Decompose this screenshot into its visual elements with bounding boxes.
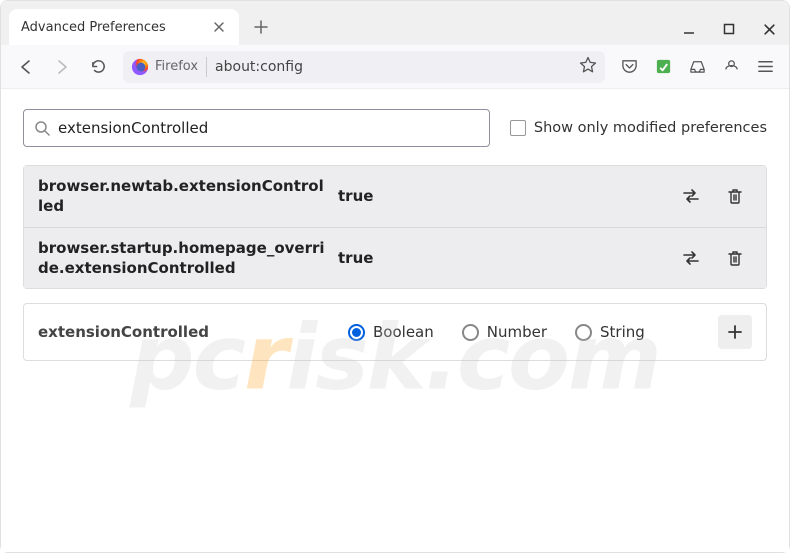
site-identity[interactable]: Firefox bbox=[131, 58, 198, 76]
tab-title: Advanced Preferences bbox=[21, 20, 166, 35]
app-menu-button[interactable] bbox=[751, 53, 779, 81]
new-pref-container: extensionControlled Boolean Number Strin… bbox=[23, 303, 767, 361]
modified-only-label: Show only modified preferences bbox=[534, 120, 767, 136]
new-pref-name: extensionControlled bbox=[38, 323, 328, 341]
close-tab-icon[interactable] bbox=[211, 19, 227, 35]
delete-pref-button[interactable] bbox=[718, 241, 752, 275]
modified-only-toggle[interactable]: Show only modified preferences bbox=[510, 120, 767, 136]
address-bar[interactable]: Firefox bbox=[123, 51, 605, 83]
pref-search-box[interactable] bbox=[23, 109, 490, 147]
forward-button[interactable] bbox=[47, 52, 77, 82]
pref-name: browser.newtab.extensionControlled bbox=[38, 176, 328, 217]
radio-icon bbox=[575, 324, 592, 341]
window-minimize-button[interactable] bbox=[681, 21, 697, 37]
url-input[interactable] bbox=[215, 59, 571, 75]
extension-icon[interactable] bbox=[649, 53, 677, 81]
pref-value: true bbox=[338, 249, 664, 267]
inbox-icon[interactable] bbox=[683, 53, 711, 81]
reload-button[interactable] bbox=[83, 52, 113, 82]
new-pref-row: extensionControlled Boolean Number Strin… bbox=[24, 304, 766, 360]
window-controls bbox=[681, 21, 777, 37]
tab-strip: Advanced Preferences bbox=[1, 1, 789, 45]
delete-pref-button[interactable] bbox=[718, 179, 752, 213]
window-maximize-button[interactable] bbox=[721, 21, 737, 37]
bookmark-star-icon[interactable] bbox=[579, 56, 597, 78]
pocket-icon[interactable] bbox=[615, 53, 643, 81]
search-icon bbox=[34, 120, 50, 136]
type-number-option[interactable]: Number bbox=[462, 323, 547, 341]
type-boolean-option[interactable]: Boolean bbox=[348, 323, 434, 341]
type-string-option[interactable]: String bbox=[575, 323, 645, 341]
pref-table: browser.newtab.extensionControlled true … bbox=[23, 165, 767, 289]
about-config-content: Show only modified preferences browser.n… bbox=[1, 89, 789, 552]
toggle-value-button[interactable] bbox=[674, 241, 708, 275]
urlbar-divider bbox=[206, 57, 207, 77]
type-boolean-label: Boolean bbox=[373, 323, 434, 341]
pref-row[interactable]: browser.newtab.extensionControlled true bbox=[24, 166, 766, 227]
new-tab-button[interactable] bbox=[247, 13, 275, 41]
search-row: Show only modified preferences bbox=[23, 109, 767, 147]
pref-name: browser.startup.homepage_override.extens… bbox=[38, 238, 328, 279]
back-button[interactable] bbox=[11, 52, 41, 82]
account-icon[interactable] bbox=[717, 53, 745, 81]
modified-only-checkbox[interactable] bbox=[510, 120, 526, 136]
pref-value: true bbox=[338, 187, 664, 205]
browser-tab[interactable]: Advanced Preferences bbox=[9, 9, 239, 45]
type-number-label: Number bbox=[487, 323, 547, 341]
browser-toolbar: Firefox bbox=[1, 45, 789, 89]
radio-icon bbox=[462, 324, 479, 341]
type-string-label: String bbox=[600, 323, 645, 341]
new-pref-type-group: Boolean Number String bbox=[338, 323, 708, 341]
window-close-button[interactable] bbox=[761, 21, 777, 37]
add-pref-button[interactable] bbox=[718, 315, 752, 349]
toggle-value-button[interactable] bbox=[674, 179, 708, 213]
site-identity-label: Firefox bbox=[155, 59, 198, 74]
pref-row[interactable]: browser.startup.homepage_override.extens… bbox=[24, 227, 766, 289]
pref-search-input[interactable] bbox=[58, 119, 479, 137]
radio-icon bbox=[348, 324, 365, 341]
